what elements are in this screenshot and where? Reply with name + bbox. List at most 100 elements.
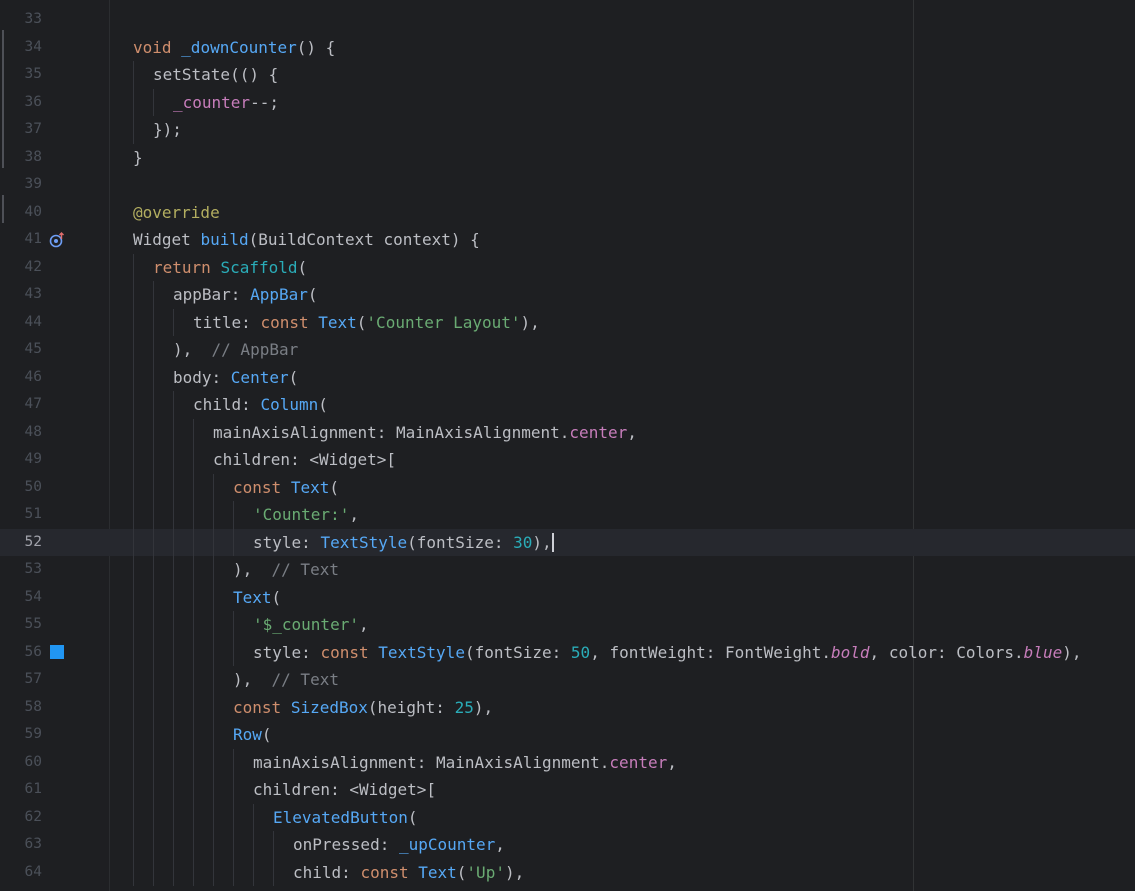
indent-guide	[233, 748, 234, 776]
code-line[interactable]: 51 'Counter:',	[0, 501, 1135, 529]
line-number[interactable]: 45	[0, 336, 42, 364]
code-text: return Scaffold(	[153, 254, 307, 282]
code-token: onPressed:	[293, 835, 399, 854]
code-line[interactable]: 35 setState(() {	[0, 61, 1135, 89]
code-token: 'Counter Layout'	[366, 312, 521, 332]
indent-guide	[133, 418, 134, 446]
line-number[interactable]: 33	[0, 6, 42, 34]
code-line[interactable]: 34 void _downCounter() {	[0, 34, 1135, 62]
indent-guide	[153, 473, 154, 501]
indent-guide	[133, 638, 134, 666]
line-number[interactable]: 53	[0, 556, 42, 584]
code-line[interactable]: 57), // Text	[0, 666, 1135, 694]
indent-guide	[133, 611, 134, 639]
line-number[interactable]: 48	[0, 419, 42, 447]
line-number[interactable]: 39	[0, 171, 42, 199]
indent-guide	[213, 528, 214, 556]
code-token: style:	[253, 642, 321, 662]
indent-guide	[193, 721, 194, 749]
code-line[interactable]: 46 body: Center(	[0, 363, 1135, 392]
line-number[interactable]: 61	[0, 776, 42, 804]
line-number[interactable]: 60	[0, 749, 42, 777]
code-line[interactable]: 33	[0, 6, 1135, 34]
line-number[interactable]: 54	[0, 584, 42, 612]
code-line[interactable]: 49 children: <Widget>[	[0, 446, 1135, 474]
code-line[interactable]: 47 child: Column(	[0, 391, 1135, 419]
line-number[interactable]: 40	[0, 199, 42, 227]
code-line[interactable]: 50 const Text(	[0, 473, 1135, 502]
code-lines[interactable]: 33 34 void _downCounter() {35 setState(() {…	[0, 6, 1135, 886]
line-number[interactable]: 58	[0, 694, 42, 722]
code-line[interactable]: 38}	[0, 144, 1135, 172]
indent-guide	[153, 611, 154, 639]
code-line[interactable]: 59 Row(	[0, 721, 1135, 749]
code-line[interactable]: 39	[0, 171, 1135, 199]
code-line[interactable]: 54 Text(	[0, 583, 1135, 612]
code-line[interactable]: 55 '$_counter',	[0, 611, 1135, 639]
line-number[interactable]: 64	[0, 859, 42, 887]
line-number[interactable]: 51	[0, 501, 42, 529]
line-number[interactable]: 38	[0, 144, 42, 172]
line-number[interactable]: 52	[0, 529, 42, 557]
code-line[interactable]: 48 mainAxisAlignment: MainAxisAlignment.c…	[0, 418, 1135, 447]
indent-guide	[193, 446, 194, 474]
code-token: ),	[173, 340, 212, 359]
code-token: Scaffold	[220, 257, 298, 277]
line-number[interactable]: 55	[0, 611, 42, 639]
code-token: 25	[454, 697, 474, 717]
line-number[interactable]: 36	[0, 89, 42, 117]
code-line[interactable]: 45 ), // AppBar	[0, 336, 1135, 364]
line-number[interactable]: 47	[0, 391, 42, 419]
code-line[interactable]: 52 style: TextStyle(fontSize: 30),	[0, 528, 1135, 557]
code-line[interactable]: 41 Widget build(BuildContext context) {	[0, 226, 1135, 254]
indent-guide	[193, 528, 194, 556]
line-number[interactable]: 59	[0, 721, 42, 749]
line-number[interactable]: 43	[0, 281, 42, 309]
code-line[interactable]: 43 appBar: AppBar(	[0, 281, 1135, 309]
line-number[interactable]: 63	[0, 831, 42, 859]
line-number[interactable]: 34	[0, 34, 42, 62]
code-line[interactable]: 42 return Scaffold(	[0, 253, 1135, 282]
code-token: (	[318, 395, 328, 414]
line-number[interactable]: 37	[0, 116, 42, 144]
indent-guide	[233, 611, 234, 639]
code-editor[interactable]: 33 34 void _downCounter() {35 setState(() {…	[0, 0, 1135, 891]
code-line[interactable]: 40 @override	[0, 199, 1135, 227]
override-method-icon[interactable]	[49, 232, 65, 248]
line-number[interactable]: 42	[0, 254, 42, 282]
line-number[interactable]: 46	[0, 364, 42, 392]
line-number[interactable]: 50	[0, 474, 42, 502]
indent-guide	[153, 363, 154, 391]
code-token: ),	[532, 532, 552, 552]
indent-guide	[133, 88, 134, 116]
indent-guide	[213, 556, 214, 584]
code-line[interactable]: 63 onPressed: _upCounter,	[0, 831, 1135, 859]
indent-guide	[133, 858, 134, 886]
line-number[interactable]: 56	[0, 639, 42, 667]
line-number[interactable]: 57	[0, 666, 42, 694]
line-number[interactable]: 35	[0, 61, 42, 89]
code-text: ), // AppBar	[173, 336, 298, 364]
code-line[interactable]: 62 ElevatedButton(	[0, 803, 1135, 832]
code-line[interactable]: 56 style: const TextStyle(fontSize: 50, f…	[0, 638, 1135, 667]
code-line[interactable]: 53), // Text	[0, 556, 1135, 584]
code-token: style:	[253, 532, 321, 552]
code-line[interactable]: 44 title: const Text('Counter Layout'),	[0, 308, 1135, 337]
indent-guide	[133, 528, 134, 556]
code-line[interactable]: 61 children: <Widget>[	[0, 776, 1135, 804]
code-line[interactable]: 58 const SizedBox(height: 25),	[0, 693, 1135, 722]
code-line[interactable]: 36 _counter--;	[0, 88, 1135, 117]
color-swatch-icon[interactable]	[50, 645, 64, 659]
indent-guide	[153, 638, 154, 666]
code-line[interactable]: 64 child: const Text('Up'),	[0, 858, 1135, 887]
code-line[interactable]: 37});	[0, 116, 1135, 144]
line-number[interactable]: 62	[0, 804, 42, 832]
line-number[interactable]: 44	[0, 309, 42, 337]
indent-guide	[193, 831, 194, 859]
indent-guide	[153, 803, 154, 831]
code-token: // Text	[271, 560, 339, 579]
line-number[interactable]: 41	[0, 226, 42, 254]
line-number[interactable]: 49	[0, 446, 42, 474]
code-line[interactable]: 60 mainAxisAlignment: MainAxisAlignment.c…	[0, 748, 1135, 777]
